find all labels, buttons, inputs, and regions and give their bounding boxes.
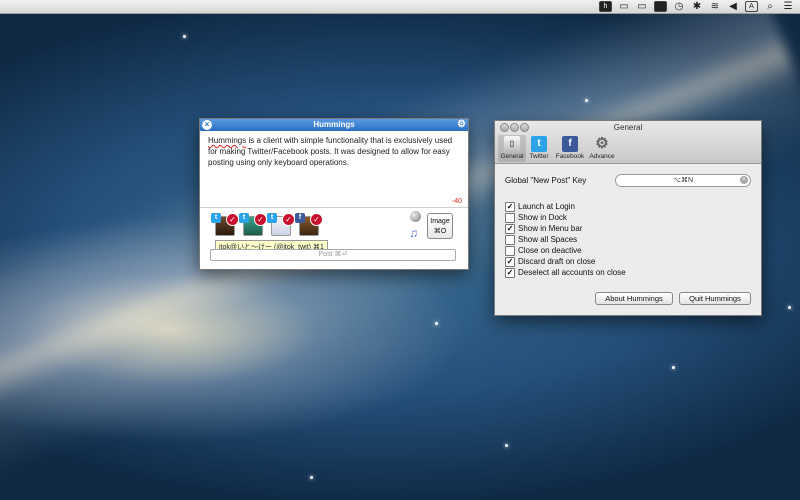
- clear-icon[interactable]: ×: [740, 176, 748, 184]
- option-label: Discard draft on close: [518, 257, 596, 266]
- tab-label: Advance: [589, 153, 615, 160]
- misspelled-word: Hummings: [208, 136, 247, 145]
- post-button[interactable]: Post ⌘⏎: [210, 249, 456, 261]
- image-button[interactable]: Image ⌘O: [427, 213, 453, 239]
- check-icon: ✓: [310, 213, 323, 226]
- facebook-icon: f: [562, 136, 578, 152]
- facebook-icon: f: [295, 213, 305, 223]
- notification-center-icon[interactable]: ☰: [782, 1, 794, 13]
- option-show-in-menu-bar[interactable]: ✓ Show in Menu bar: [505, 224, 582, 234]
- character-count: -40: [451, 198, 462, 205]
- general-preferences-window: General ▯ General t Twitter f Facebook ⚙…: [494, 120, 762, 316]
- cast-icon[interactable]: ▭: [618, 1, 630, 13]
- time-machine-icon[interactable]: ◷: [673, 1, 685, 13]
- option-show-all-spaces[interactable]: Show all Spaces: [505, 235, 577, 245]
- badge-icon[interactable]: [654, 1, 667, 12]
- hummings-titlebar: × Hummings ⚙: [200, 119, 468, 131]
- globe-icon[interactable]: [410, 211, 421, 222]
- tab-general[interactable]: ▯ General: [498, 135, 526, 162]
- twitter-icon: t: [211, 213, 221, 223]
- twitter-icon: t: [239, 213, 249, 223]
- check-icon: ✓: [254, 213, 267, 226]
- option-label: Close on deactive: [518, 246, 582, 255]
- window-title: Hummings: [313, 120, 355, 129]
- checkbox-checked[interactable]: ✓: [505, 257, 515, 267]
- spotlight-icon[interactable]: ⌕: [764, 1, 776, 13]
- check-icon: ✓: [226, 213, 239, 226]
- music-icon[interactable]: ♫: [409, 226, 418, 240]
- quit-button[interactable]: Quit Hummings: [679, 292, 751, 305]
- hotkey-label: Global "New Post" Key: [505, 176, 587, 185]
- checkbox-unchecked[interactable]: [505, 235, 515, 245]
- checkbox-unchecked[interactable]: [505, 213, 515, 223]
- image-button-shortcut: ⌘O: [433, 228, 447, 235]
- checkbox-checked[interactable]: ✓: [505, 268, 515, 278]
- image-button-label: Image: [430, 218, 450, 225]
- star: [435, 322, 438, 325]
- tab-label: Facebook: [555, 153, 585, 160]
- about-button[interactable]: About Hummings: [595, 292, 673, 305]
- gear-icon[interactable]: ⚙: [457, 119, 466, 131]
- option-label: Deselect all accounts on close: [518, 268, 626, 277]
- option-deselect-accounts[interactable]: ✓ Deselect all accounts on close: [505, 268, 626, 278]
- checkbox-checked[interactable]: ✓: [505, 224, 515, 234]
- twitter-icon: t: [267, 213, 277, 223]
- divider: [200, 207, 468, 208]
- star: [585, 99, 588, 102]
- star: [505, 444, 508, 447]
- checkbox-checked[interactable]: ✓: [505, 202, 515, 212]
- option-close-on-deactive[interactable]: Close on deactive: [505, 246, 582, 256]
- tab-label: General: [500, 153, 524, 160]
- hummings-window: × Hummings ⚙ Hummings is a client with s…: [199, 118, 469, 270]
- checkbox-unchecked[interactable]: [505, 246, 515, 256]
- bluetooth-icon[interactable]: ✱: [691, 1, 703, 13]
- star: [672, 366, 675, 369]
- hummings-icon[interactable]: h: [599, 1, 612, 12]
- option-label: Show in Menu bar: [518, 224, 583, 233]
- post-text-area[interactable]: Hummings is a client with simple functio…: [208, 135, 458, 168]
- option-show-in-dock[interactable]: Show in Dock: [505, 213, 567, 223]
- tab-advance[interactable]: ⚙ Advance: [587, 135, 617, 161]
- star: [183, 35, 186, 38]
- hotkey-value: ⌥⌘N: [672, 177, 694, 184]
- screen-icon[interactable]: ▭: [636, 1, 648, 13]
- close-icon[interactable]: ×: [202, 120, 212, 130]
- twitter-icon: t: [531, 136, 547, 152]
- check-icon: ✓: [282, 213, 295, 226]
- option-label: Show all Spaces: [518, 235, 578, 244]
- gear-icon: ⚙: [595, 135, 609, 152]
- general-icon: ▯: [504, 136, 520, 152]
- window-title: General: [613, 123, 643, 132]
- tab-facebook[interactable]: f Facebook: [554, 135, 586, 160]
- volume-icon[interactable]: ◀: [727, 1, 739, 13]
- tab-twitter[interactable]: t Twitter: [525, 135, 553, 160]
- menu-bar: h ▭ ▭ ◷ ✱ ≋ ◀ A ⌕ ☰: [0, 0, 800, 14]
- wifi-icon[interactable]: ≋: [709, 1, 721, 13]
- option-discard-draft[interactable]: ✓ Discard draft on close: [505, 257, 595, 267]
- option-label: Launch at Login: [518, 202, 575, 211]
- star: [310, 476, 313, 479]
- preferences-toolbar: General ▯ General t Twitter f Facebook ⚙…: [495, 121, 761, 164]
- tab-label: Twitter: [529, 153, 549, 160]
- option-launch-at-login[interactable]: ✓ Launch at Login: [505, 202, 575, 212]
- option-label: Show in Dock: [518, 213, 567, 222]
- input-source-icon[interactable]: A: [745, 1, 758, 12]
- preferences-body: Global "New Post" Key ⌥⌘N × ✓ Launch at …: [495, 164, 761, 315]
- hotkey-field[interactable]: ⌥⌘N ×: [615, 174, 751, 187]
- star: [788, 306, 791, 309]
